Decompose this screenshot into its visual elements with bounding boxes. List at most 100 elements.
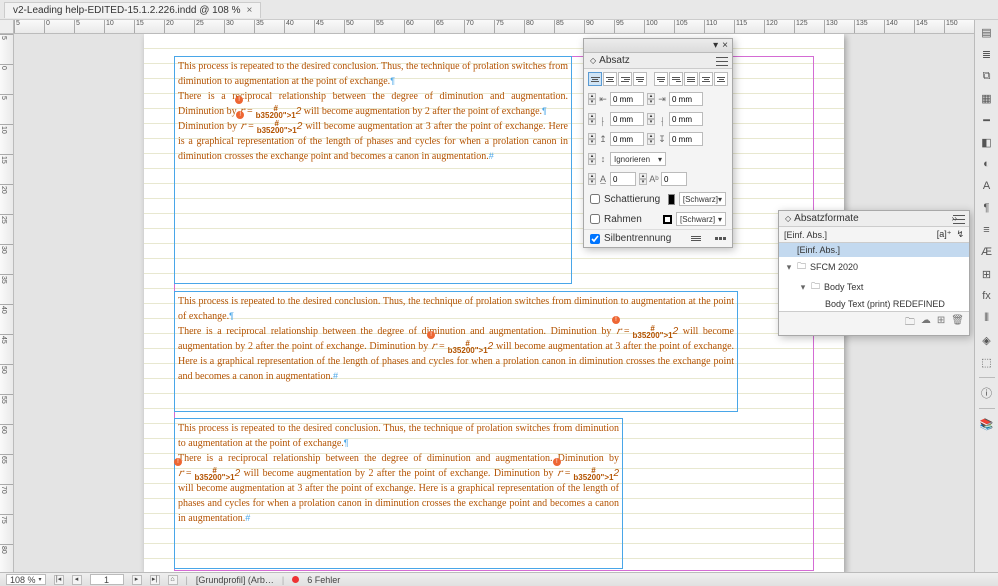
preflight-profile-label[interactable]: [Grundprofil] (Arb… [196,575,274,585]
para-panel-icon[interactable]: ¶ [979,200,995,216]
space-after-icon: ↧ [657,134,667,144]
first-line-icon: ⸠ [598,114,608,124]
border-label: Rahmen [604,214,642,225]
justify-last-center-button[interactable] [654,72,668,86]
cc-library-icon[interactable]: ☁ [921,315,931,332]
style-row[interactable]: ▾🗀SFCM 2020 [779,257,969,277]
disclosure-icon[interactable]: ▾ [799,282,807,293]
dropcap-chars-input[interactable] [661,172,687,186]
last-line-icon: ⸡ [657,114,667,124]
stepper[interactable]: ▴▾ [639,173,647,185]
clear-override-icon[interactable]: ↯ [956,229,964,240]
color-panel-icon[interactable]: ◧ [979,134,995,150]
status-bar: 108 %▾ |◂ ◂ 1 ▸ ▸| ⌂ | [Grundprofil] (Ar… [0,572,998,586]
stepper[interactable]: ▴▾ [647,133,655,145]
dropcap-lines-input[interactable] [610,172,636,186]
border-swatch-select[interactable]: [Schwarz]▾ [676,212,726,226]
space-after-input[interactable] [669,132,703,146]
stepper[interactable]: ▴▾ [588,153,596,165]
style-name-label: Body Text (print) REDEFINED [825,299,945,309]
lib-panel-icon[interactable]: 📚 [979,416,995,432]
shading-swatch-select[interactable]: [Schwarz]▾ [679,192,726,206]
stepper[interactable]: ▴▾ [588,133,596,145]
story-panel-icon[interactable]: ≡ [979,222,995,238]
stroke-panel-icon[interactable]: ━ [979,112,995,128]
stepper[interactable]: ▴▾ [588,113,596,125]
prev-page-button[interactable]: ◂ [72,575,82,585]
error-count-label[interactable]: 6 Fehler [307,575,340,585]
indent-left-input[interactable] [610,92,644,106]
pages-panel-icon[interactable]: ▤ [979,24,995,40]
align-spine-button[interactable] [699,72,713,86]
style-row[interactable]: ▾🗀Body Text [779,277,969,297]
auto-leading-select[interactable]: Ignorieren▾ [610,152,666,166]
last-line-input[interactable] [669,112,703,126]
delete-style-icon[interactable]: 🗑 [951,315,964,332]
ruler-horizontal[interactable]: 5051015202530354045505560657075808590951… [14,20,974,34]
shading-checkbox[interactable] [590,194,600,204]
dropcap-chars-icon: Aᵇ [649,174,659,184]
stepper[interactable]: ▴▾ [588,93,596,105]
panel-menu-icon[interactable] [716,55,728,67]
text-frame[interactable]: This process is repeated to the desired … [174,291,738,412]
style-row[interactable]: [Einf. Abs.] [779,243,969,257]
ruler-vertical[interactable]: 5051015202530354045505560657075808590951… [0,34,14,572]
style-row[interactable]: Body Text (print) REDEFINED [779,297,969,311]
justify-last-left-button[interactable] [633,72,647,86]
wrap-panel-icon[interactable]: ⬚ [979,354,995,370]
panel-title: ◇ Absatz [584,53,732,69]
text-frame[interactable]: This process is repeated to the desired … [174,418,623,569]
pathfinder-panel-icon[interactable]: ◈ [979,332,995,348]
indent-right-icon: ⇥ [657,94,667,104]
align-away-spine-button[interactable] [714,72,728,86]
justify-last-right-button[interactable] [669,72,683,86]
space-before-input[interactable] [610,132,644,146]
border-checkbox[interactable] [590,214,600,224]
hyphenation-label: Silbentrennung [604,233,671,244]
links-panel-icon[interactable]: ⧉ [979,68,995,84]
page-number-input[interactable]: 1 [90,574,124,585]
collapse-icon[interactable]: ▾ [713,40,718,51]
hyphenation-checkbox[interactable] [590,234,600,244]
first-line-input[interactable] [610,112,644,126]
glyphs-panel-icon[interactable]: Æ [979,244,995,260]
align-right-button[interactable] [618,72,632,86]
folder-icon: 🗀 [797,259,806,275]
align-panel-icon[interactable]: ⫴ [979,310,995,326]
gradient-panel-icon[interactable]: ◐ [979,156,995,172]
panel-drag-header[interactable]: ▾ × [584,39,732,53]
align-left-button[interactable] [588,72,602,86]
list-view-icon[interactable] [691,236,701,241]
new-style-icon[interactable]: ⊞ [937,315,945,332]
next-page-button[interactable]: ▸ [132,575,142,585]
panel-menu-icon[interactable] [953,213,965,225]
fx-panel-icon[interactable]: fx [979,288,995,304]
first-page-button[interactable]: |◂ [54,575,64,585]
folder-icon[interactable]: 🗀 [905,315,915,332]
shading-swatch-icon[interactable] [668,194,675,205]
stepper[interactable]: ▴▾ [647,93,655,105]
open-nav-button[interactable]: ⌂ [168,575,178,585]
layers-panel-icon[interactable]: ≣ [979,46,995,62]
info-panel-icon[interactable]: ⓘ [979,385,995,401]
table-panel-icon[interactable]: ⊞ [979,266,995,282]
char-panel-icon[interactable]: A [979,178,995,194]
text-frame[interactable]: This process is repeated to the desired … [174,56,572,284]
last-page-button[interactable]: ▸| [150,575,160,585]
stepper[interactable]: ▴▾ [647,113,655,125]
swatches-panel-icon[interactable]: ▦ [979,90,995,106]
disclosure-icon[interactable]: ▾ [785,262,793,273]
stepper[interactable]: ▴▾ [588,173,596,185]
border-swatch-icon[interactable] [663,215,672,224]
align-center-button[interactable] [603,72,617,86]
close-icon[interactable]: × [247,5,253,16]
document-tab[interactable]: v2-Leading help-EDITED-15.1.2.226.indd @… [4,2,261,18]
close-icon[interactable]: × [722,40,728,51]
indent-left-icon: ⇤ [598,94,608,104]
indent-right-input[interactable] [669,92,703,106]
grid-view-icon[interactable] [715,237,726,240]
ruler-origin[interactable] [0,20,14,34]
override-icon[interactable]: [a]⁺ [937,229,952,240]
zoom-select[interactable]: 108 %▾ [6,574,46,585]
justify-all-button[interactable] [684,72,698,86]
